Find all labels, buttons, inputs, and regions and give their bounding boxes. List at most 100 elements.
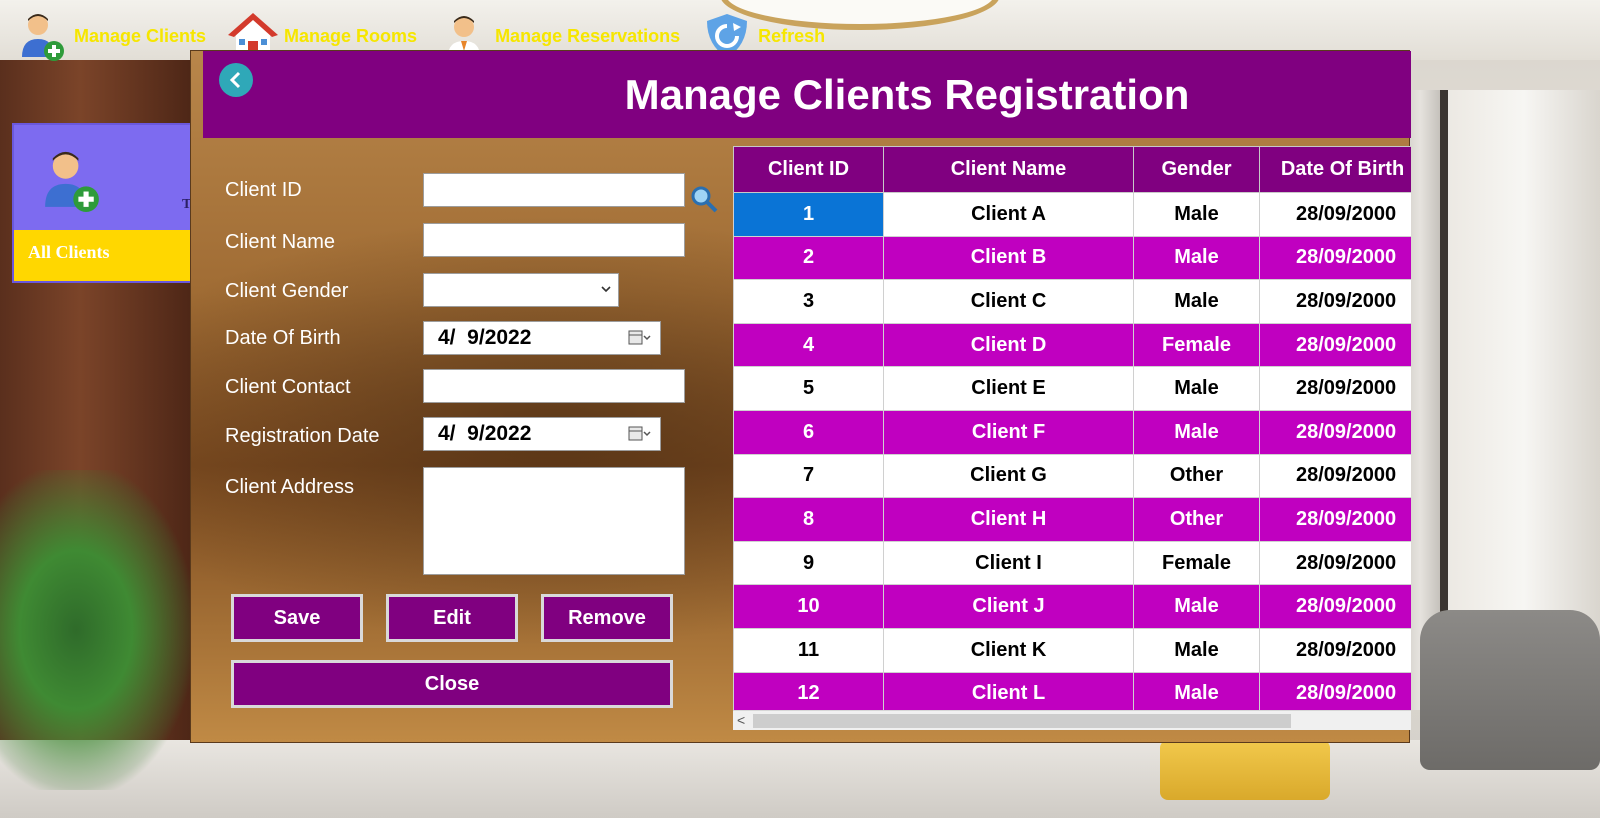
table-row[interactable]: 9 Client I Female 28/09/2000: [733, 540, 1411, 586]
table-row[interactable]: 6 Client F Male 28/09/2000: [733, 409, 1411, 455]
cell-gender[interactable]: Other: [1133, 453, 1260, 499]
manage-reservations-label: Manage Reservations: [495, 25, 681, 46]
calendar-dropdown-icon[interactable]: [628, 426, 652, 442]
table-row[interactable]: 11 Client K Male 28/09/2000: [733, 627, 1411, 673]
cell-gender[interactable]: Other: [1133, 497, 1260, 542]
cell-gender[interactable]: Male: [1133, 409, 1260, 455]
column-header-client-id[interactable]: Client ID: [733, 146, 884, 193]
cell-client-id[interactable]: 4: [733, 322, 884, 368]
cell-gender[interactable]: Male: [1133, 235, 1260, 281]
cell-date-of-birth[interactable]: 28/09/2000: [1259, 584, 1411, 629]
gold-table: [1160, 740, 1330, 800]
manage-clients-label: Manage Clients: [74, 25, 207, 46]
close-button[interactable]: Close: [231, 660, 673, 708]
client-name-input[interactable]: [423, 223, 685, 257]
clients-data-grid[interactable]: Client ID Client Name Gender Date Of Bir…: [733, 146, 1411, 726]
client-gender-select[interactable]: [423, 273, 619, 307]
cell-date-of-birth[interactable]: 28/09/2000: [1259, 235, 1411, 281]
all-clients-button[interactable]: All Clients: [14, 230, 200, 281]
cell-client-name[interactable]: Client H: [883, 497, 1134, 542]
cell-client-id[interactable]: 11: [733, 627, 884, 673]
remove-button[interactable]: Remove: [541, 594, 673, 642]
cell-gender[interactable]: Male: [1133, 627, 1260, 673]
cell-gender[interactable]: Female: [1133, 322, 1260, 368]
window: [1440, 90, 1600, 650]
chevron-left-icon: [229, 71, 241, 89]
scroll-left-arrow-icon[interactable]: <: [737, 712, 745, 728]
manage-clients-button[interactable]: Manage Clients: [18, 11, 206, 61]
cell-date-of-birth[interactable]: 28/09/2000: [1259, 322, 1411, 368]
cell-client-name[interactable]: Client F: [883, 409, 1134, 455]
save-button[interactable]: Save: [231, 594, 363, 642]
cell-date-of-birth[interactable]: 28/09/2000: [1259, 540, 1411, 586]
add-user-icon: [45, 151, 99, 212]
dialog-title: Manage Clients Registration: [624, 70, 1190, 118]
table-row[interactable]: 5 Client E Male 28/09/2000: [733, 366, 1411, 411]
cell-date-of-birth[interactable]: 28/09/2000: [1259, 279, 1411, 324]
cell-client-id[interactable]: 5: [733, 366, 884, 411]
cell-date-of-birth[interactable]: 28/09/2000: [1259, 627, 1411, 673]
calendar-dropdown-icon[interactable]: [628, 330, 652, 346]
column-header-date-of-birth[interactable]: Date Of Birth: [1259, 146, 1411, 193]
cell-date-of-birth[interactable]: 28/09/2000: [1259, 192, 1411, 237]
dialog-header: Manage Clients Registration: [203, 51, 1411, 138]
registration-date-picker[interactable]: 4/ 9/2022: [423, 417, 661, 451]
back-button[interactable]: [219, 63, 253, 97]
search-icon[interactable]: [689, 184, 719, 214]
armchair: [1420, 610, 1600, 770]
column-header-gender[interactable]: Gender: [1133, 146, 1260, 193]
client-id-input[interactable]: [423, 173, 685, 207]
cell-gender[interactable]: Male: [1133, 192, 1260, 237]
table-row[interactable]: 8 Client H Other 28/09/2000: [733, 497, 1411, 542]
cell-gender[interactable]: Male: [1133, 584, 1260, 629]
cell-client-id[interactable]: 2: [733, 235, 884, 281]
table-row[interactable]: 4 Client D Female 28/09/2000: [733, 322, 1411, 368]
cell-client-id[interactable]: 6: [733, 409, 884, 455]
client-contact-input[interactable]: [423, 369, 685, 403]
table-header-row: Client ID Client Name Gender Date Of Bir…: [733, 146, 1411, 193]
edit-button[interactable]: Edit: [386, 594, 518, 642]
plant: [0, 470, 190, 790]
client-address-textarea[interactable]: [423, 467, 685, 575]
cell-client-id[interactable]: 7: [733, 453, 884, 499]
cell-client-name[interactable]: Client G: [883, 453, 1134, 499]
cell-client-id[interactable]: 1: [733, 192, 884, 237]
cell-client-name[interactable]: Client A: [883, 192, 1134, 237]
cell-client-id[interactable]: 9: [733, 540, 884, 586]
cell-client-name[interactable]: Client C: [883, 279, 1134, 324]
table-row[interactable]: 3 Client C Male 28/09/2000: [733, 279, 1411, 324]
cell-date-of-birth[interactable]: 28/09/2000: [1259, 497, 1411, 542]
cell-gender[interactable]: Male: [1133, 366, 1260, 411]
cell-date-of-birth[interactable]: 28/09/2000: [1259, 453, 1411, 499]
table-row[interactable]: 1 Client A Male 28/09/2000: [733, 192, 1411, 237]
cell-client-name[interactable]: Client D: [883, 322, 1134, 368]
cell-date-of-birth[interactable]: 28/09/2000: [1259, 409, 1411, 455]
dob-date-picker[interactable]: 4/ 9/2022: [423, 321, 661, 355]
clients-table: Client ID Client Name Gender Date Of Bir…: [733, 146, 1411, 717]
column-header-client-name[interactable]: Client Name: [883, 146, 1134, 193]
cell-client-name[interactable]: Client B: [883, 235, 1134, 281]
manage-rooms-label: Manage Rooms: [284, 25, 418, 46]
cell-gender[interactable]: Female: [1133, 540, 1260, 586]
clients-side-card[interactable]: T All Clients: [12, 123, 202, 283]
cell-client-name[interactable]: Client I: [883, 540, 1134, 586]
cell-client-id[interactable]: 8: [733, 497, 884, 542]
client-name-label: Client Name: [225, 231, 336, 253]
cell-client-name[interactable]: Client K: [883, 627, 1134, 673]
table-row[interactable]: 10 Client J Male 28/09/2000: [733, 584, 1411, 629]
floor: [0, 740, 1600, 818]
table-row[interactable]: 7 Client G Other 28/09/2000: [733, 453, 1411, 499]
table-row[interactable]: 2 Client B Male 28/09/2000: [733, 235, 1411, 281]
cell-client-name[interactable]: Client E: [883, 366, 1134, 411]
add-user-icon: [22, 14, 64, 61]
cell-client-id[interactable]: 3: [733, 279, 884, 324]
cell-date-of-birth[interactable]: 28/09/2000: [1259, 366, 1411, 411]
cell-client-id[interactable]: 10: [733, 584, 884, 629]
scrollbar-thumb[interactable]: [753, 714, 1291, 728]
cell-gender[interactable]: Male: [1133, 279, 1260, 324]
horizontal-scrollbar[interactable]: <: [733, 710, 1411, 730]
registration-date-label: Registration Date: [225, 425, 380, 447]
client-gender-label: Client Gender: [225, 280, 349, 302]
cell-client-name[interactable]: Client J: [883, 584, 1134, 629]
dob-value: 4/ 9/2022: [438, 326, 532, 349]
